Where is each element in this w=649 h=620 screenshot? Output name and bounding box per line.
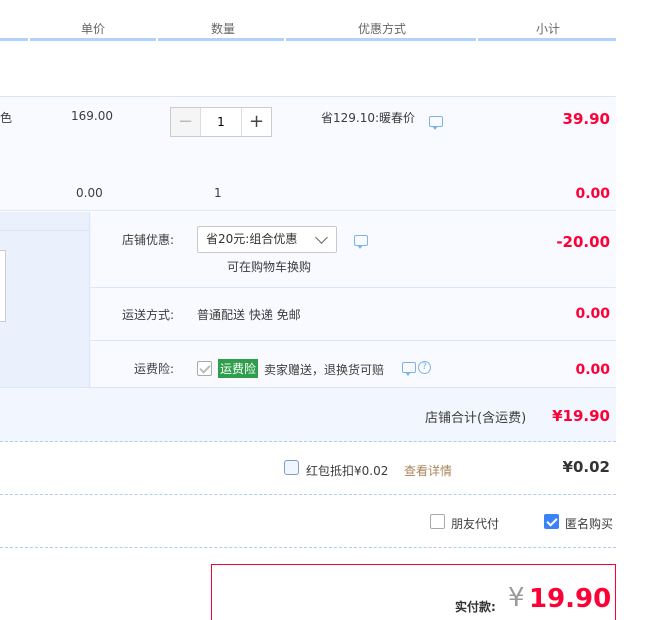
divider bbox=[0, 230, 90, 231]
chat-icon[interactable] bbox=[429, 116, 443, 130]
redpacket-value: ¥0.02 bbox=[562, 458, 610, 476]
header-unit-price: 单价 bbox=[80, 22, 105, 36]
payment-label: 实付款: bbox=[455, 600, 496, 614]
quantity-increase-button[interactable]: + bbox=[241, 108, 271, 136]
shop-discount-value: -20.00 bbox=[556, 233, 610, 251]
shipping-label: 运送方式: bbox=[121, 308, 174, 322]
shipping-cost: 0.00 bbox=[575, 306, 610, 322]
shop-total-value: ¥19.90 bbox=[552, 407, 610, 425]
message-textarea[interactable] bbox=[0, 250, 6, 322]
item2-subtotal: 0.00 bbox=[575, 186, 610, 202]
chevron-down-icon bbox=[315, 231, 328, 244]
header-underline bbox=[286, 38, 476, 41]
insurance-checkbox[interactable] bbox=[197, 361, 212, 376]
item-discount-text: 省129.10:暖春价 bbox=[321, 111, 416, 125]
header-underline bbox=[0, 38, 28, 41]
shop-discount-select[interactable]: 省20元:组合优惠 bbox=[197, 226, 337, 253]
header-underline bbox=[478, 38, 616, 41]
payment-amount: 19.90 bbox=[529, 584, 612, 614]
divider bbox=[91, 340, 616, 341]
friend-pay-label: 朋友代付 bbox=[451, 517, 500, 531]
payment-summary: 实付款: ¥ 19.90 bbox=[211, 564, 616, 620]
quantity-stepper: − + bbox=[170, 107, 272, 137]
message-panel bbox=[0, 212, 90, 387]
item2-price: 0.00 bbox=[76, 186, 103, 200]
divider bbox=[0, 547, 616, 548]
divider bbox=[0, 494, 616, 495]
quantity-decrease-button[interactable]: − bbox=[171, 108, 201, 136]
help-icon[interactable]: ? bbox=[418, 361, 431, 374]
divider bbox=[91, 287, 616, 288]
shop-discount-note: 可在购物车换购 bbox=[227, 260, 312, 274]
chat-icon[interactable] bbox=[354, 235, 368, 249]
quantity-input[interactable] bbox=[202, 108, 240, 136]
chat-icon[interactable] bbox=[402, 362, 416, 376]
shop-discount-select-value: 省20元:组合优惠 bbox=[206, 232, 298, 246]
item-subtotal: 39.90 bbox=[562, 110, 610, 128]
shop-discount-label: 店铺优惠: bbox=[121, 233, 174, 247]
header-discount: 优惠方式 bbox=[357, 22, 406, 36]
divider bbox=[0, 387, 616, 388]
insurance-cost: 0.00 bbox=[575, 362, 610, 378]
header-underline bbox=[158, 38, 284, 41]
shop-total-label: 店铺合计(含运费) bbox=[425, 411, 527, 426]
header-subtotal: 小计 bbox=[535, 22, 560, 36]
anonymous-checkbox[interactable] bbox=[544, 514, 559, 529]
item-price: 169.00 bbox=[71, 109, 113, 123]
redpacket-details-link[interactable]: 查看详情 bbox=[404, 462, 452, 479]
shipping-value: 普通配送 快递 免邮 bbox=[197, 308, 301, 322]
redpacket-label: 红包抵扣¥0.02 bbox=[306, 464, 389, 478]
insurance-badge: 运费险 bbox=[218, 359, 259, 378]
anonymous-label: 匿名购买 bbox=[565, 517, 614, 531]
item-color-fragment: 色 bbox=[0, 111, 13, 125]
insurance-label: 运费险: bbox=[133, 362, 174, 376]
item2-quantity: 1 bbox=[214, 186, 222, 200]
header-underline bbox=[30, 38, 156, 41]
payment-currency: ¥ bbox=[508, 583, 525, 613]
redpacket-checkbox[interactable] bbox=[284, 460, 299, 475]
divider bbox=[0, 441, 616, 442]
friend-pay-checkbox[interactable] bbox=[430, 514, 445, 529]
insurance-text: 卖家赠送，退换货可赔 bbox=[264, 363, 385, 377]
header-quantity: 数量 bbox=[210, 22, 235, 36]
